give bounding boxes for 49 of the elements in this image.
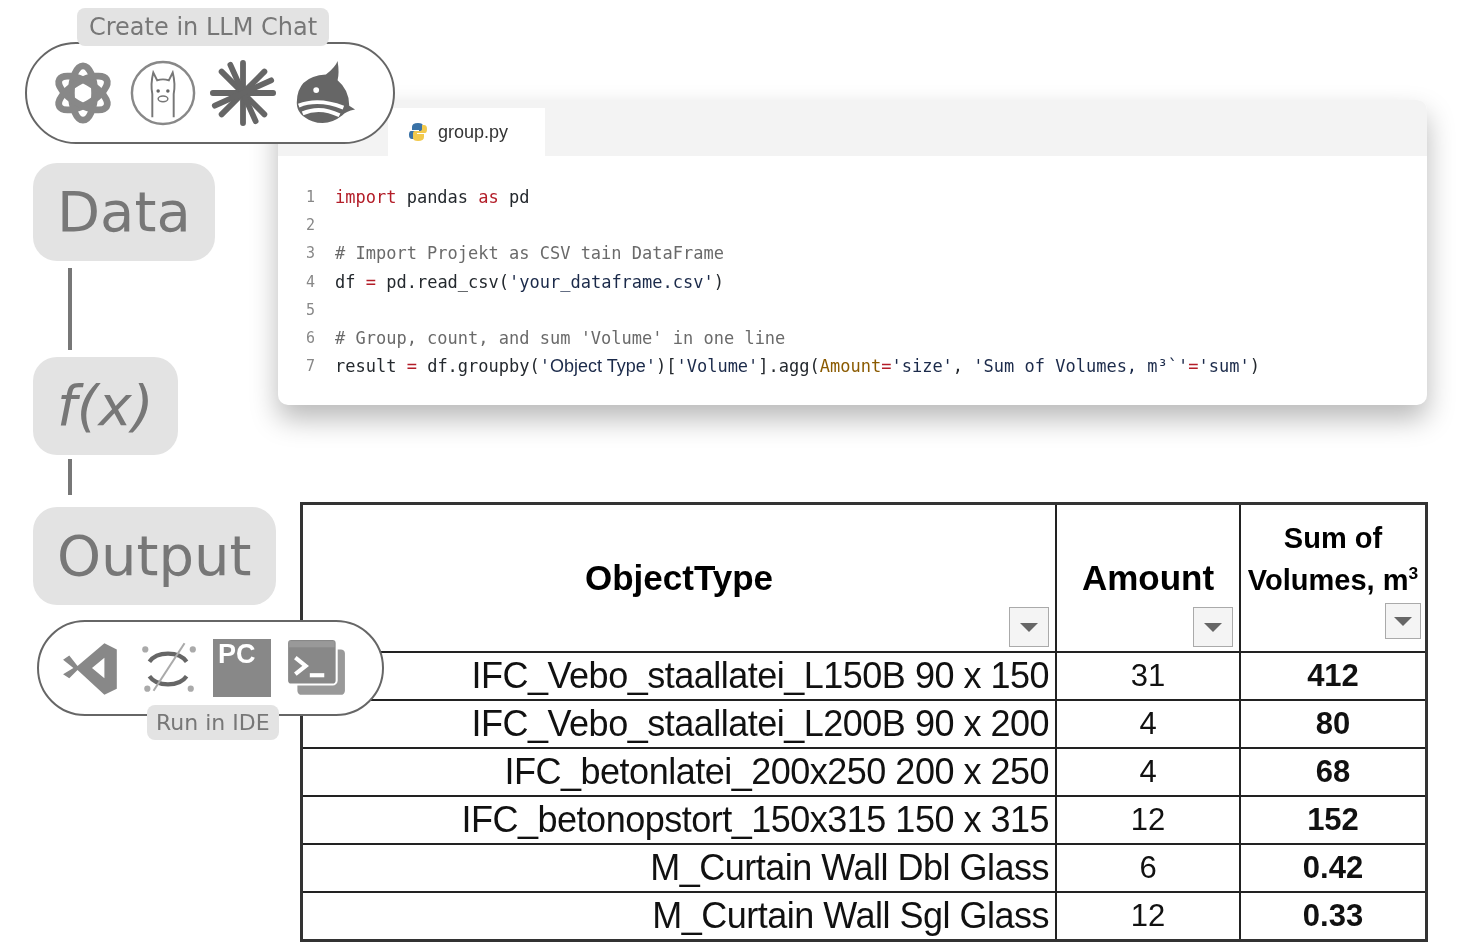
sunburst-icon[interactable] — [209, 59, 277, 127]
table-cell: 152 — [1307, 802, 1359, 837]
table-cell: 6 — [1139, 850, 1157, 885]
caret-icon — [1204, 622, 1222, 632]
column-header: Amount — [1081, 557, 1215, 599]
table-cell: 80 — [1315, 706, 1351, 741]
code-line: # Group, count, and sum 'Volume' in one line — [335, 328, 786, 349]
code-line: # Import Projekt as CSV tain DataFrame — [335, 243, 724, 264]
code-line: df = pd.read_csv('your_dataframe.csv') — [335, 271, 724, 292]
code-line: import pandas as pd — [335, 187, 530, 208]
table-cell: 4 — [1139, 754, 1157, 789]
table-cell: M_Curtain Wall Dbl Glass — [650, 847, 1049, 888]
table-cell: IFC_betonlatei_200x250 200 x 250 — [504, 751, 1049, 792]
column-header: Sum of Volumes, m$^{3}$ — [1246, 521, 1420, 598]
table-cell: 31 — [1130, 658, 1166, 693]
table-cell: 412 — [1307, 658, 1359, 693]
table-cell: 12 — [1130, 802, 1166, 837]
file-tab[interactable]: group.py — [388, 108, 545, 156]
table-cell: 0.42 — [1302, 850, 1364, 885]
column-header: ObjectType — [585, 557, 773, 599]
table-cell: M_Curtain Wall Sgl Glass — [652, 895, 1049, 936]
table-cell: IFC_betonopstort_150x315 150 x 315 — [461, 799, 1049, 840]
caret-icon — [1020, 622, 1038, 632]
filter-dropdown-button[interactable] — [1193, 607, 1233, 647]
table-cell: IFC_Vebo_staallatei_L150B 90 x 150 — [471, 655, 1049, 696]
line-number: 3 — [304, 244, 316, 263]
line-number: 1 — [304, 188, 316, 207]
panel-label: Run in IDE — [147, 705, 279, 740]
line-number: 4 — [304, 272, 316, 291]
table-cell: IFC_Vebo_staallatei_L200B 90 x 200 — [471, 703, 1049, 744]
table-cell: 0.33 — [1302, 898, 1364, 933]
logo-tile[interactable]: PC — [213, 639, 271, 697]
filter-dropdown-button[interactable] — [1009, 607, 1049, 647]
file-type-icon — [408, 122, 428, 142]
line-number: 7 — [304, 357, 316, 376]
line-number: 6 — [304, 329, 316, 348]
caret-icon — [1394, 616, 1412, 626]
line-number: 2 — [304, 216, 316, 235]
table-cell: 12 — [1130, 898, 1166, 933]
step-label: Data — [33, 163, 215, 261]
step-label: Output — [33, 507, 276, 605]
line-number: 5 — [304, 300, 316, 319]
filter-dropdown-button[interactable] — [1385, 603, 1421, 639]
code-line: result = df.groupby('Object Type')['Volume'].agg(Amount='size', 'Sum of Volumes, m³`'='sum') — [335, 355, 1260, 377]
llama-icon[interactable] — [129, 59, 197, 127]
table-cell: 4 — [1139, 706, 1157, 741]
step-label: f(x) — [33, 357, 178, 455]
table-cell: 68 — [1315, 754, 1351, 789]
panel-label: Create in LLM Chat — [77, 8, 330, 46]
